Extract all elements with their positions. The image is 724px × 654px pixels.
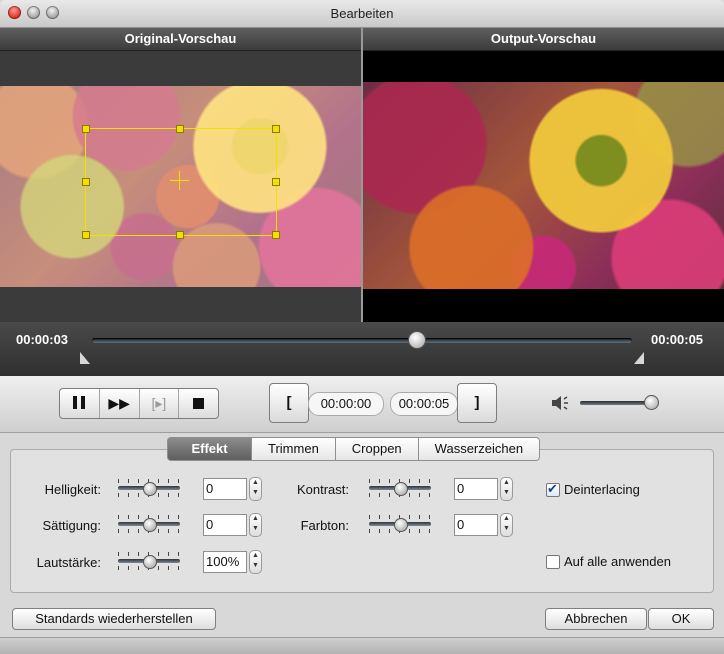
crop-handle-bottom-left[interactable] xyxy=(82,231,90,239)
output-preview-header: Output-Vorschau xyxy=(363,28,724,51)
trim-end-marker[interactable] xyxy=(634,352,644,364)
crop-handle-bottom-right[interactable] xyxy=(272,231,280,239)
crop-handle-bottom[interactable] xyxy=(176,231,184,239)
speaker-icon[interactable] xyxy=(550,395,570,411)
title-bar: Bearbeiten xyxy=(0,0,724,28)
mark-out-button[interactable]: ] xyxy=(457,383,497,423)
tab-croppen[interactable]: Croppen xyxy=(335,437,419,461)
contrast-label: Kontrast: xyxy=(296,482,349,497)
contrast-stepper[interactable]: ▲ ▼ xyxy=(500,477,513,501)
brightness-stepper[interactable]: ▲ ▼ xyxy=(249,477,262,501)
stop-button[interactable] xyxy=(179,389,218,418)
crop-rectangle[interactable] xyxy=(85,128,277,236)
crop-center-crosshair-icon xyxy=(179,171,180,190)
step-icon: [▸] xyxy=(151,395,167,411)
brightness-input[interactable]: 0 xyxy=(203,478,247,500)
crop-handle-top[interactable] xyxy=(176,125,184,133)
deinterlacing-checkbox[interactable] xyxy=(546,481,560,497)
tab-wasserzeichen[interactable]: Wasserzeichen xyxy=(418,437,541,461)
crop-handle-left[interactable] xyxy=(82,178,90,186)
hue-slider-knob[interactable] xyxy=(394,518,408,532)
step-frame-button[interactable]: [▸] xyxy=(140,389,180,418)
tab-trimmen[interactable]: Trimmen xyxy=(252,437,336,461)
timeline-start-time: 00:00:03 xyxy=(16,332,69,347)
transport-buttons: ▶▶ [▸] xyxy=(59,388,219,419)
cancel-button[interactable]: Abbrechen xyxy=(545,608,647,630)
effect-settings-panel: Helligkeit: 0 ▲ ▼ Sättigung: 0 ▲ ▼ Lautstä… xyxy=(10,449,714,593)
pause-button[interactable] xyxy=(60,389,100,418)
volume-label: Lautstärke: xyxy=(36,555,101,570)
end-time-field[interactable]: 00:00:05 xyxy=(390,392,458,416)
hue-stepper[interactable]: ▲ ▼ xyxy=(500,513,513,537)
crop-handle-right[interactable] xyxy=(272,178,280,186)
brightness-slider[interactable] xyxy=(118,479,180,497)
deinterlacing-label[interactable]: Deinterlacing xyxy=(564,482,640,497)
output-video-frame xyxy=(363,82,724,289)
brightness-slider-knob[interactable] xyxy=(143,482,157,496)
brightness-label: Helligkeit: xyxy=(44,482,101,497)
pause-icon xyxy=(71,395,87,412)
original-preview-header: Original-Vorschau xyxy=(0,28,361,51)
fast-forward-icon: ▶▶ xyxy=(108,395,130,411)
settings-tabs: Effekt Trimmen Croppen Wasserzeichen xyxy=(167,437,541,461)
hue-input[interactable]: 0 xyxy=(454,514,498,536)
fast-forward-button[interactable]: ▶▶ xyxy=(100,389,140,418)
restore-defaults-button[interactable]: Standards wiederherstellen xyxy=(12,608,216,630)
output-preview-pane xyxy=(363,51,724,322)
saturation-label: Sättigung: xyxy=(42,518,101,533)
mark-in-button[interactable]: [ xyxy=(269,383,309,423)
hue-label: Farbton: xyxy=(300,518,349,533)
volume-level-slider[interactable] xyxy=(118,552,180,570)
volume-slider-knob[interactable] xyxy=(644,395,660,410)
saturation-stepper[interactable]: ▲ ▼ xyxy=(249,513,262,537)
apply-all-checkbox[interactable] xyxy=(546,555,560,569)
apply-all-label[interactable]: Auf alle anwenden xyxy=(564,554,671,569)
window-bottom-bar xyxy=(0,637,724,654)
saturation-slider-knob[interactable] xyxy=(143,518,157,532)
contrast-input[interactable]: 0 xyxy=(454,478,498,500)
timeline-bar: 00:00:03 00:00:05 xyxy=(0,322,724,376)
crop-handle-top-right[interactable] xyxy=(272,125,280,133)
stop-icon xyxy=(193,396,205,412)
contrast-slider-knob[interactable] xyxy=(394,482,408,496)
timeline-track[interactable] xyxy=(92,338,632,343)
crop-handle-top-left[interactable] xyxy=(82,125,90,133)
volume-input[interactable]: 100% xyxy=(203,551,247,573)
contrast-slider[interactable] xyxy=(369,479,431,497)
window-title: Bearbeiten xyxy=(330,6,394,21)
trim-start-marker[interactable] xyxy=(80,352,90,364)
saturation-input[interactable]: 0 xyxy=(203,514,247,536)
original-preview-pane xyxy=(0,51,361,322)
volume-stepper[interactable]: ▲ ▼ xyxy=(249,550,262,574)
timeline-end-time: 00:00:05 xyxy=(651,332,704,347)
volume-level-slider-knob[interactable] xyxy=(143,555,157,569)
tab-effekt[interactable]: Effekt xyxy=(167,437,252,461)
playhead-knob[interactable] xyxy=(408,331,426,349)
start-time-field[interactable]: 00:00:00 xyxy=(308,392,384,416)
saturation-slider[interactable] xyxy=(118,515,180,533)
playback-controls: ▶▶ [▸] [ 00:00:00 00:00:05 ] xyxy=(0,376,724,433)
hue-slider[interactable] xyxy=(369,515,431,533)
ok-button[interactable]: OK xyxy=(648,608,714,630)
